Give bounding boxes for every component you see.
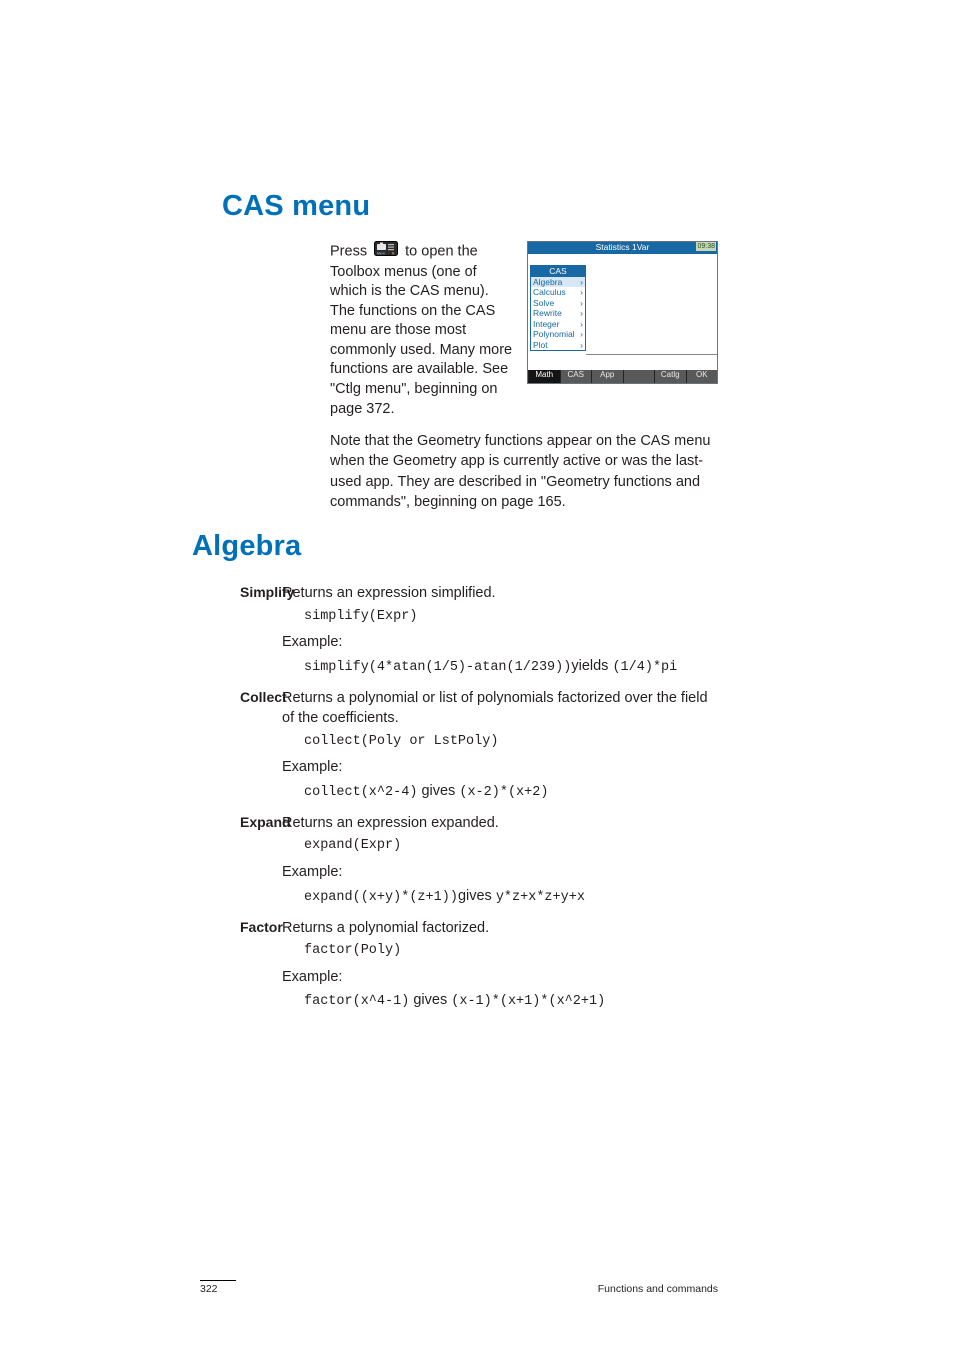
menu-item-polynomial: Polynomial — [531, 329, 585, 340]
menu-item-integer: Integer — [531, 319, 585, 330]
desc-collect: Returns a polynomial or list of polynomi… — [282, 688, 718, 803]
calc-title-bar: Statistics 1Var — [528, 242, 717, 254]
label-collect: Collect — [240, 688, 282, 803]
label-expand: Expand — [240, 813, 282, 908]
menu-item-plot: Plot — [531, 340, 585, 351]
factor-example: factor(x^4-1) gives (x-1)*(x+1)*(x^2+1) — [304, 990, 718, 1012]
calc-softkey-row: Math CAS App Catlg OK — [528, 370, 717, 383]
simplify-description: Returns an expression simplified. — [282, 583, 718, 603]
collect-gives-word: gives — [421, 783, 455, 799]
geometry-note-paragraph: Note that the Geometry functions appear … — [330, 431, 718, 512]
entry-expand: Expand Returns an expression expanded. e… — [288, 813, 718, 908]
menu-item-algebra: Algebra — [531, 277, 585, 288]
expand-example-label: Example: — [282, 862, 718, 882]
simplify-example: simplify(4*atan(1/5)-atan(1/239))yields … — [304, 656, 718, 678]
collect-example-label: Example: — [282, 757, 718, 777]
softkey-blank — [623, 370, 655, 383]
collect-example: collect(x^2-4) gives (x-2)*(x+2) — [304, 781, 718, 803]
page-number: 322 — [200, 1283, 218, 1295]
heading-algebra: Algebra — [192, 530, 718, 563]
softkey-app: App — [591, 370, 623, 383]
desc-expand: Returns an expression expanded. expand(E… — [282, 813, 718, 908]
softkey-catlg: Catlg — [654, 370, 686, 383]
intro-row: Press Mem B to open the Toolbox menus (o… — [330, 241, 718, 419]
intro-paragraph: Press Mem B to open the Toolbox menus (o… — [330, 241, 515, 419]
intro-pre: Press — [330, 244, 367, 260]
expand-example: expand((x+y)*(z+1))gives y*z+x*z+y+x — [304, 886, 718, 908]
factor-syntax: factor(Poly) — [304, 942, 718, 961]
footer-rule — [200, 1280, 236, 1281]
collect-syntax: collect(Poly or LstPoly) — [304, 733, 718, 752]
expand-example-input: expand((x+y)*(z+1)) — [304, 890, 458, 905]
desc-simplify: Returns an expression simplified. simpli… — [282, 583, 718, 678]
toolbox-key-icon: Mem B — [374, 241, 398, 263]
factor-gives-word: gives — [413, 992, 447, 1008]
page-content: CAS menu Press Mem B to open the Toolbox… — [0, 0, 954, 1350]
expand-syntax: expand(Expr) — [304, 837, 718, 856]
calculator-screenshot: Statistics 1Var 09:38 CAS Algebra Calcul… — [527, 241, 718, 384]
collect-example-input: collect(x^2-4) — [304, 785, 417, 800]
factor-description: Returns a polynomial factorized. — [282, 918, 718, 938]
menu-item-rewrite: Rewrite — [531, 308, 585, 319]
desc-factor: Returns a polynomial factorized. factor(… — [282, 918, 718, 1013]
heading-cas-menu: CAS menu — [222, 190, 718, 223]
factor-example-label: Example: — [282, 967, 718, 987]
expand-example-output: y*z+x*z+y+x — [496, 890, 585, 905]
expand-description: Returns an expression expanded. — [282, 813, 718, 833]
svg-text:Mem: Mem — [377, 251, 385, 255]
label-factor: Factor — [240, 918, 282, 1013]
calc-clock: 09:38 — [696, 242, 716, 251]
softkey-ok: OK — [686, 370, 718, 383]
calc-divider — [586, 354, 717, 355]
calc-title: Statistics 1Var — [596, 242, 650, 252]
factor-example-output: (x-1)*(x+1)*(x^2+1) — [451, 994, 605, 1009]
label-simplify: Simplify — [240, 583, 282, 678]
simplify-syntax: simplify(Expr) — [304, 608, 718, 627]
menu-item-solve: Solve — [531, 298, 585, 309]
entry-factor: Factor Returns a polynomial factorized. … — [288, 918, 718, 1013]
entry-simplify: Simplify Returns an expression simplifie… — [288, 583, 718, 678]
running-title: Functions and commands — [598, 1283, 718, 1295]
collect-example-output: (x-2)*(x+2) — [459, 785, 548, 800]
simplify-example-label: Example: — [282, 632, 718, 652]
factor-example-input: factor(x^4-1) — [304, 994, 409, 1009]
cas-menu-heading: CAS — [531, 266, 585, 277]
simplify-example-output: (1/4)*pi — [612, 660, 677, 675]
entry-collect: Collect Returns a polynomial or list of … — [288, 688, 718, 803]
expand-gives-word: gives — [458, 888, 492, 904]
page-footer: 322 Functions and commands — [200, 1280, 718, 1295]
collect-description: Returns a polynomial or list of polynomi… — [282, 688, 718, 729]
softkey-math: Math — [528, 370, 560, 383]
softkey-cas: CAS — [560, 370, 592, 383]
intro-post: to open the Toolbox menus (one of which … — [330, 244, 512, 417]
cas-dropdown-menu: CAS Algebra Calculus Solve Rewrite Integ… — [530, 265, 586, 351]
simplify-example-input: simplify(4*atan(1/5)-atan(1/239)) — [304, 660, 571, 675]
simplify-yields-word: yields — [571, 658, 608, 674]
menu-item-calculus: Calculus — [531, 287, 585, 298]
